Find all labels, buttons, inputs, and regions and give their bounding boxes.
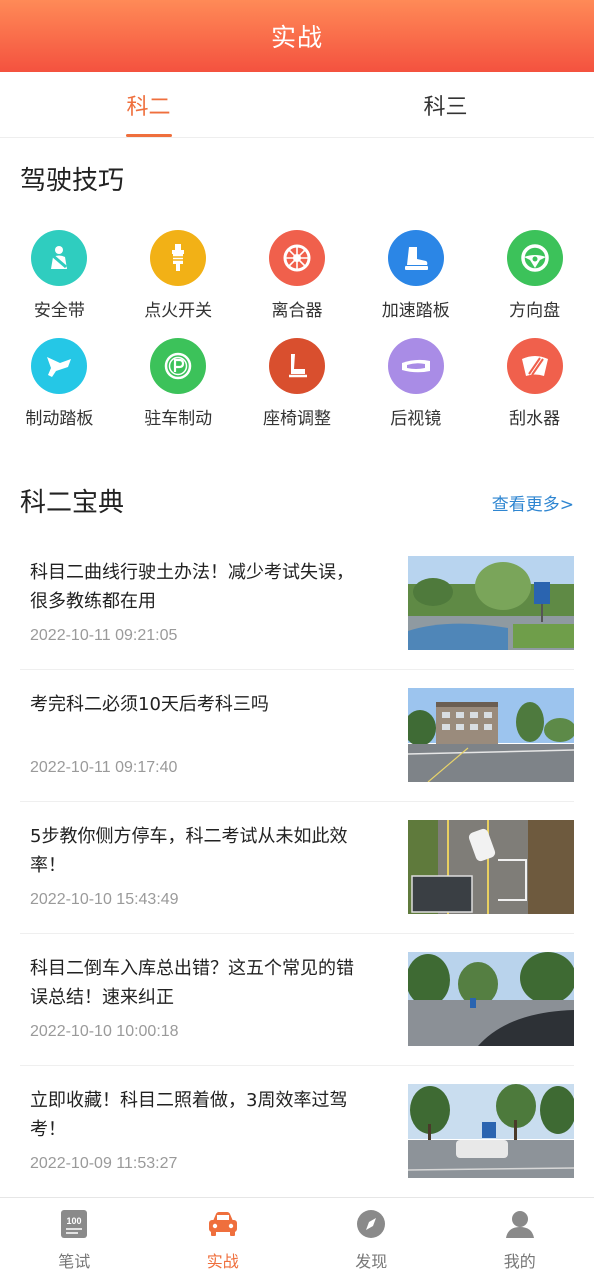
nav-label: 我的 [503, 1252, 536, 1271]
skill-label: 后视镜 [390, 409, 442, 429]
article-title: 立即收藏！科目二照着做，3周效率过驾考！ [30, 1090, 348, 1140]
list-item[interactable]: 科目二倒车入库总出错？这五个常见的错误总结！速来纠正 2022-10-10 10… [20, 934, 574, 1066]
guide-section-title: 科二宝典 [20, 488, 125, 518]
skill-label: 驻车制动 [144, 409, 213, 429]
rearview-mirror-icon [387, 338, 444, 394]
driving-skills-title: 驾驶技巧 [20, 166, 125, 196]
article-time: 2022-10-10 10:00:18 [30, 1023, 179, 1040]
nav-label: 发现 [355, 1252, 388, 1271]
article-list: 科目二曲线行驶土办法！减少考试失误，很多教练都在用 2022-10-11 09:… [20, 538, 574, 1198]
article-time: 2022-10-11 09:17:40 [30, 759, 178, 776]
skill-accelerator[interactable]: 加速踏板 [356, 230, 475, 338]
wiper-icon [506, 338, 563, 394]
list-item[interactable]: 科目二曲线行驶土办法！减少考试失误，很多教练都在用 2022-10-11 09:… [20, 538, 574, 670]
skill-label: 方向盘 [509, 301, 561, 321]
article-title: 科目二倒车入库总出错？这五个常见的错误总结！速来纠正 [30, 958, 354, 1008]
list-item[interactable]: 考完科二必须10天后考科三吗 2022-10-11 09:17:40 [20, 670, 574, 802]
tab-subject-three[interactable]: 科三 [297, 72, 594, 137]
compass-icon [357, 1210, 386, 1238]
page-title: 实战 [270, 23, 323, 52]
article-thumbnail [408, 1084, 574, 1178]
skill-ignition[interactable]: 点火开关 [119, 230, 238, 338]
tab-subject-two[interactable]: 科二 [0, 72, 297, 137]
steering-wheel-icon [506, 230, 563, 286]
bottom-navigation: 100 笔试 实战 发现 我的 [0, 1197, 594, 1280]
skill-wiper[interactable]: 刮水器 [475, 338, 594, 446]
nav-discover[interactable]: 发现 [297, 1198, 446, 1280]
accelerator-pedal-icon [387, 230, 444, 286]
skill-label: 刮水器 [509, 409, 561, 429]
article-time: 2022-10-09 11:53:27 [30, 1155, 178, 1172]
article-title: 科目二曲线行驶土办法！减少考试失误，很多教练都在用 [30, 562, 354, 612]
spark-plug-icon [150, 230, 207, 286]
article-title: 5步教你侧方停车，科二考试从未如此效率！ [30, 826, 348, 876]
skill-label: 制动踏板 [25, 409, 94, 429]
car-icon [208, 1212, 237, 1236]
nav-label: 笔试 [58, 1252, 91, 1271]
parking-brake-icon [150, 338, 207, 394]
seat-icon [268, 338, 325, 394]
nav-mine[interactable]: 我的 [446, 1198, 594, 1280]
skill-label: 点火开关 [144, 301, 213, 321]
skill-steering-wheel[interactable]: 方向盘 [475, 230, 594, 338]
skill-seat[interactable]: 座椅调整 [238, 338, 357, 446]
article-time: 2022-10-10 15:43:49 [30, 891, 179, 908]
app-header: 实战 [0, 0, 594, 72]
article-thumbnail [408, 556, 574, 650]
skill-mirror[interactable]: 后视镜 [356, 338, 475, 446]
skill-seatbelt[interactable]: 安全带 [0, 230, 119, 338]
clutch-icon [268, 230, 325, 286]
driving-skills-grid: 安全带 点火开关 离合器 加速踏板 方向盘 制动踏板 驻车制动 座椅调整 后视镜… [0, 230, 594, 446]
nav-label: 实战 [206, 1252, 239, 1271]
skill-label: 座椅调整 [262, 409, 331, 429]
skill-brake[interactable]: 制动踏板 [0, 338, 119, 446]
seatbelt-icon [31, 230, 88, 286]
skill-label: 加速踏板 [381, 301, 450, 321]
article-thumbnail [408, 820, 574, 914]
exam-paper-icon: 100 [61, 1210, 88, 1238]
skill-parking-brake[interactable]: 驻车制动 [119, 338, 238, 446]
nav-practice[interactable]: 实战 [149, 1198, 298, 1280]
article-thumbnail [408, 688, 574, 782]
subject-tabs: 科二 科三 [0, 72, 594, 138]
skill-label: 安全带 [33, 301, 85, 321]
svg-text:100: 100 [67, 1216, 82, 1226]
view-more-link[interactable]: 查看更多> [492, 490, 574, 515]
article-title: 考完科二必须10天后考科三吗 [30, 694, 269, 715]
nav-written-test[interactable]: 100 笔试 [0, 1198, 149, 1280]
skill-clutch[interactable]: 离合器 [238, 230, 357, 338]
list-item[interactable]: 立即收藏！科目二照着做，3周效率过驾考！ 2022-10-09 11:53:27 [20, 1066, 574, 1198]
list-item[interactable]: 5步教你侧方停车，科二考试从未如此效率！ 2022-10-10 15:43:49 [20, 802, 574, 934]
brake-pedal-icon [31, 338, 88, 394]
user-icon [505, 1211, 534, 1238]
article-thumbnail [408, 952, 574, 1046]
article-time: 2022-10-11 09:21:05 [30, 627, 178, 644]
skill-label: 离合器 [271, 301, 323, 321]
